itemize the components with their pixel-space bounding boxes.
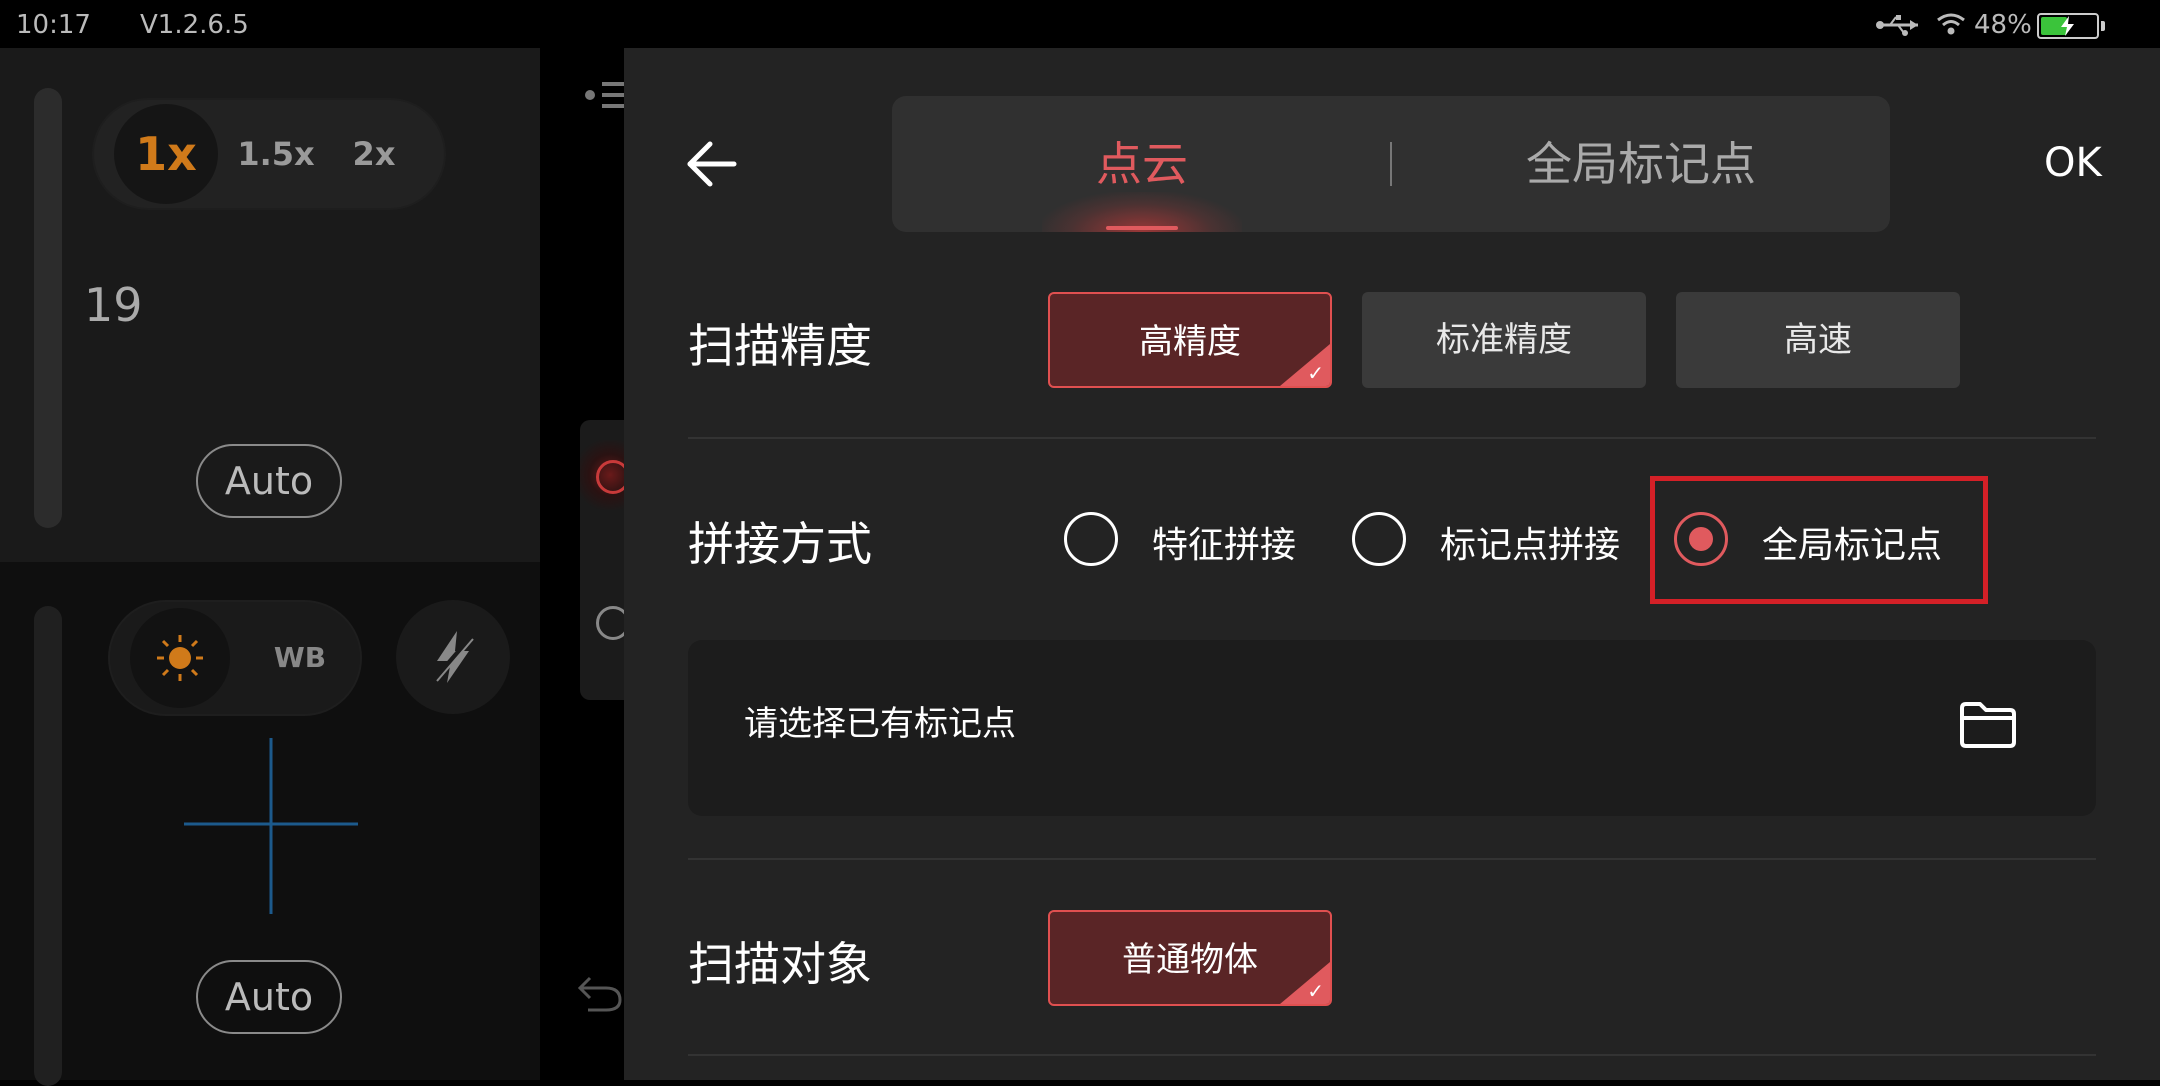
crosshair-icon — [184, 738, 358, 914]
divider — [688, 437, 2096, 439]
radio-global-marker-label[interactable]: 全局标记点 — [1762, 516, 1942, 568]
status-time: 10:17 — [16, 10, 91, 40]
whitebalance-slider[interactable] — [34, 606, 62, 1086]
zoom-option-1x[interactable]: 1x — [114, 100, 218, 208]
folder-icon[interactable] — [1958, 700, 2018, 750]
flash-button[interactable] — [396, 600, 510, 714]
radio-marker[interactable] — [1352, 512, 1406, 566]
tab-global-markers[interactable]: 全局标记点 — [1392, 96, 1890, 232]
precision-high-label: 高精度 — [1139, 322, 1241, 362]
undo-icon[interactable] — [576, 968, 624, 1014]
ok-button[interactable]: OK — [2044, 140, 2102, 186]
scan-object-normal-button[interactable]: 普通物体 ✓ — [1048, 910, 1332, 1006]
exposure-value: 19 — [84, 278, 143, 332]
hidden-card — [580, 420, 630, 700]
mode-tabs: 点云 全局标记点 — [892, 96, 1890, 232]
auto-button-1[interactable]: Auto — [196, 444, 342, 518]
radio-feature-label[interactable]: 特征拼接 — [1152, 516, 1296, 568]
charging-bolt-icon — [2061, 16, 2074, 36]
precision-fast-button[interactable]: 高速 — [1676, 292, 1960, 388]
battery-percent: 48% — [1974, 10, 2032, 40]
radio-marker-label[interactable]: 标记点拼接 — [1440, 516, 1620, 568]
radio-dot — [1689, 527, 1713, 551]
zoom-selector: 1x 1.5x 2x — [94, 100, 444, 208]
scan-object-normal-label: 普通物体 — [1122, 940, 1258, 980]
stitching-label: 拼接方式 — [688, 517, 872, 571]
radio-feature[interactable] — [1064, 512, 1118, 566]
flash-off-icon — [433, 631, 475, 683]
focus-slider[interactable] — [34, 88, 62, 528]
menu-icon[interactable] — [584, 78, 624, 112]
arrow-left-icon[interactable] — [686, 140, 738, 188]
zoom-option-1-5x[interactable]: 1.5x — [228, 100, 324, 208]
status-bar: 10:17 V1.2.6.5 48% — [0, 0, 2160, 48]
battery-icon — [2037, 13, 2099, 39]
camera-controls-panel: 1x 1.5x 2x 19 Auto WB Auto — [0, 48, 540, 1086]
wb-button[interactable]: WB — [260, 602, 340, 714]
sun-icon[interactable] — [155, 633, 205, 683]
zoom-option-2x[interactable]: 2x — [334, 100, 414, 208]
wifi-icon — [1937, 13, 1965, 35]
divider — [688, 1054, 2096, 1056]
marker-file-placeholder: 请选择已有标记点 — [744, 704, 1016, 744]
radio-global-marker[interactable] — [1674, 512, 1728, 566]
checkmark-icon: ✓ — [1307, 979, 1324, 1003]
precision-standard-button[interactable]: 标准精度 — [1362, 292, 1646, 388]
usb-icon — [1876, 15, 1918, 36]
scan-settings-panel: 点云 全局标记点 OK 扫描精度 高精度 ✓ 标准精度 高速 拼接方式 特征拼接… — [624, 48, 2160, 1080]
precision-high-button[interactable]: 高精度 ✓ — [1048, 292, 1332, 388]
marker-file-picker[interactable]: 请选择已有标记点 — [688, 640, 2096, 816]
light-mode-selector: WB — [110, 602, 360, 714]
tab-point-cloud[interactable]: 点云 — [892, 96, 1392, 232]
hidden-side-strip — [540, 48, 630, 1080]
battery-cap — [2101, 21, 2105, 31]
app-version: V1.2.6.5 — [140, 10, 249, 40]
precision-label: 扫描精度 — [688, 319, 872, 373]
auto-button-2[interactable]: Auto — [196, 960, 342, 1034]
checkmark-icon: ✓ — [1307, 361, 1324, 385]
scan-object-label: 扫描对象 — [688, 937, 872, 991]
divider — [688, 858, 2096, 860]
